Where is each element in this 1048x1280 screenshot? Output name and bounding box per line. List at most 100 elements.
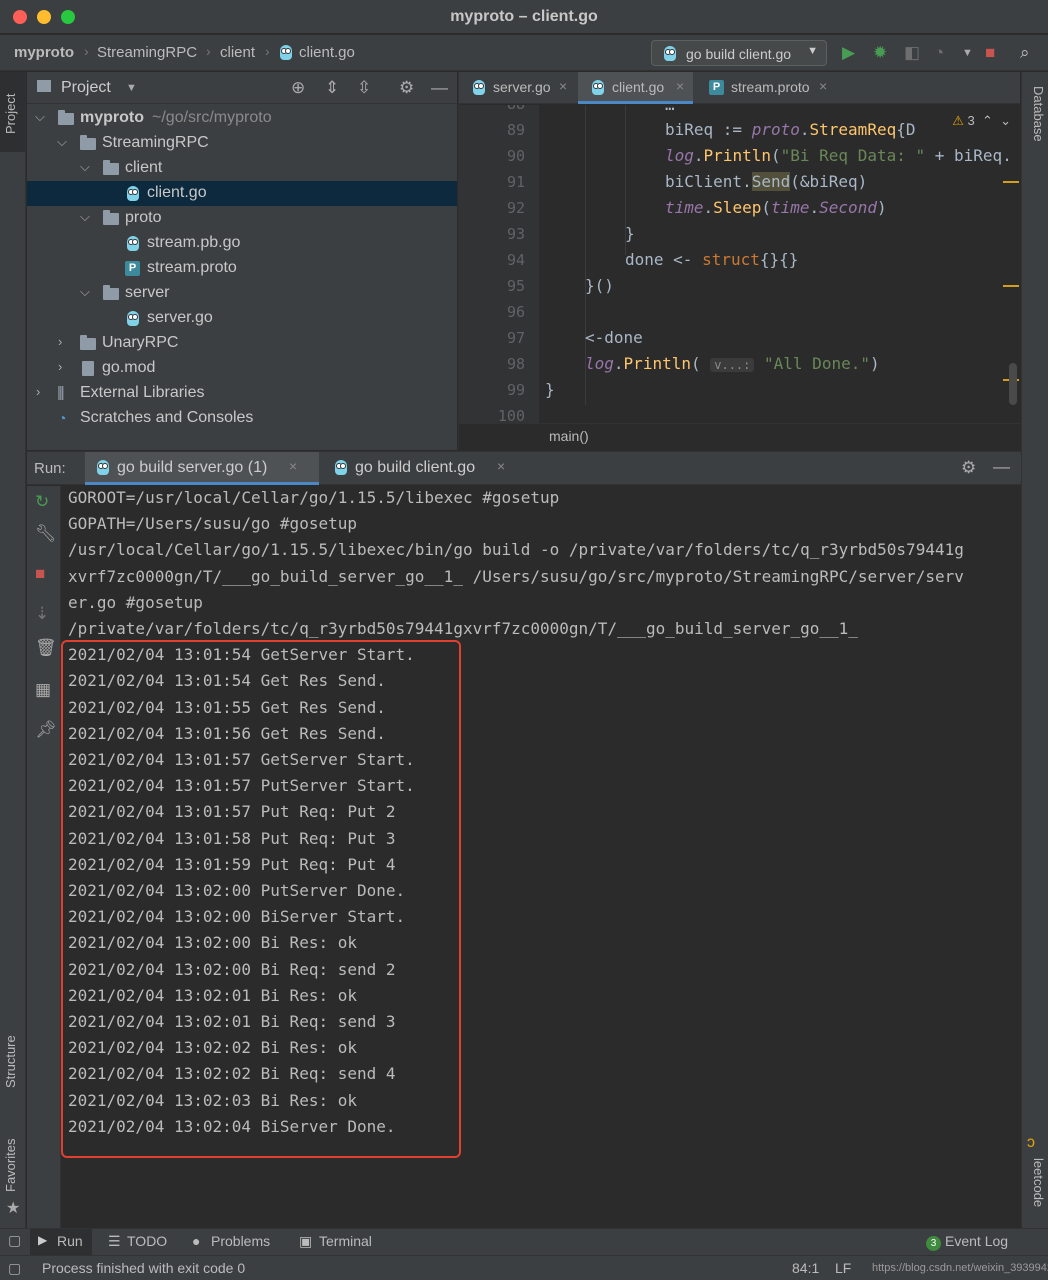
tree-row-client[interactable]: ⌵ client [27,156,457,181]
editor-scrollbar[interactable] [1009,363,1017,405]
coverage-icon[interactable]: ◧ [904,43,920,63]
run-tab-label: go build client.go [355,459,476,476]
function-breadcrumb[interactable]: main() [549,428,589,444]
proto-icon: P [709,80,724,95]
database-strip-label[interactable]: Database [1031,86,1046,142]
close-icon[interactable]: × [497,458,505,474]
tree-row-streamingrpc[interactable]: ⌵ StreamingRPC [27,131,457,156]
hide-icon[interactable]: — [993,457,1010,477]
collapse-all-icon[interactable]: ⇳ [357,78,371,98]
watermark-text: https://blog.csdn.net/weixin_39399427 [872,1262,1048,1274]
chevron-down-icon[interactable]: ⌵ [80,159,90,175]
close-icon[interactable]: × [559,78,567,94]
breadcrumb-folder[interactable]: StreamingRPC [97,44,197,61]
stop-icon[interactable]: ■ [35,564,45,584]
run-tab-server[interactable]: go build server.go (1) × [85,452,319,485]
gear-icon[interactable]: ⚙ [961,458,976,478]
rerun-icon[interactable]: ↻ [35,492,49,512]
chevron-right-icon[interactable]: › [36,384,40,399]
leetcode-icon: ↄ [1027,1134,1035,1151]
tree-row-external-libraries[interactable]: › ||| External Libraries [27,381,457,406]
profile-icon[interactable]: ◔ [934,43,944,63]
tool-windows-icon[interactable]: ▢ [8,1232,21,1249]
line-separator[interactable]: LF [835,1260,851,1276]
tree-row-stream-pb-go[interactable]: stream.pb.go [27,231,457,256]
window-title: myproto – client.go [450,8,598,25]
folder-icon [80,335,96,350]
status-message: Process finished with exit code 0 [42,1260,246,1276]
project-panel-title[interactable]: Project [61,79,111,97]
folder-icon [103,285,119,300]
gear-icon[interactable]: ⚙ [399,78,414,98]
bottom-tab-problems[interactable]: Problems [211,1233,270,1249]
tree-row-unaryrpc[interactable]: › UnaryRPC [27,331,457,356]
chevron-down-icon[interactable]: ⌵ [35,109,45,125]
structure-strip-label[interactable]: Structure [3,1035,18,1088]
run-tab-client[interactable]: go build client.go × [323,452,523,485]
chevron-right-icon: › [84,43,89,59]
bottom-tab-run[interactable]: ▶ Run [30,1229,92,1255]
tab-client-go[interactable]: client.go × [578,72,693,104]
tree-row-go-mod[interactable]: › go.mod [27,356,457,381]
tree-label: client [125,159,163,176]
search-icon[interactable]: ⌕ [1020,43,1030,63]
locate-icon[interactable]: ⊕ [291,78,305,98]
close-icon[interactable]: × [289,458,297,474]
tree-row-server[interactable]: ⌵ server [27,281,457,306]
chevron-down-icon[interactable]: ▼ [126,82,137,94]
panel-toggle-icon[interactable]: ▢ [8,1260,21,1277]
tree-row-scratches[interactable]: ◔ Scratches and Consoles [27,406,457,431]
tree-row-client-go[interactable]: client.go [27,181,457,206]
hide-icon[interactable]: — [431,78,448,98]
tree-row-stream-proto[interactable]: P stream.proto [27,256,457,281]
go-gopher-icon [127,186,139,201]
tree-row-myproto[interactable]: ⌵ myproto ~/go/src/myproto [27,106,457,131]
chevron-down-icon[interactable]: ⌵ [80,284,90,300]
line-number: 97 [506,329,525,347]
line-number: 93 [506,225,525,243]
chevron-right-icon: › [265,43,270,59]
chevron-down-icon[interactable]: ⌵ [80,209,90,225]
tab-stream-proto[interactable]: P stream.proto × [695,72,835,104]
favorites-strip-label[interactable]: Favorites [3,1139,18,1192]
tree-row-proto[interactable]: ⌵ proto [27,206,457,231]
code-area[interactable]: 88 89 90 91 92 93 94 95 96 97 98 99 100 … [459,105,1021,423]
breadcrumb-subfolder[interactable]: client [220,44,255,61]
chevron-down-icon[interactable]: ▼ [962,47,973,59]
breadcrumb-file[interactable]: client.go [299,44,355,61]
go-gopher-icon [592,80,604,95]
bottom-tab-todo[interactable]: TODO [127,1233,167,1249]
close-icon[interactable]: × [819,78,827,94]
scroll-to-end-icon[interactable]: ⇣ [35,604,49,624]
expand-all-icon[interactable]: ⇕ [325,78,339,98]
editor-breadcrumb: main() [459,423,1021,450]
breadcrumb-project[interactable]: myproto [14,44,74,61]
bottom-tab-event-log[interactable]: 3 Event Log [926,1233,1008,1251]
caret-position[interactable]: 84:1 [792,1260,819,1276]
folder-icon [37,80,51,92]
inspection-widget[interactable]: ⚠ 3 ⌃ ⌄ [952,113,1011,129]
chevron-right-icon[interactable]: › [58,334,62,349]
go-gopher-icon [335,460,347,475]
tab-server-go[interactable]: server.go × [459,72,577,104]
trash-icon[interactable]: 🗑︎ [35,638,57,658]
leetcode-strip-label[interactable]: leetcode [1031,1158,1046,1207]
tree-label: go.mod [102,359,156,376]
layout-icon[interactable]: ▦ [35,680,51,700]
tab-label: server.go [493,79,551,95]
line-number: 89 [506,121,525,139]
run-panel-label: Run: [34,460,66,477]
bottom-tab-terminal[interactable]: Terminal [319,1233,372,1249]
close-icon[interactable]: × [676,78,684,94]
run-icon[interactable]: ▶ [842,43,855,63]
tree-row-server-go[interactable]: server.go [27,306,457,331]
chevron-right-icon[interactable]: › [58,359,62,374]
pin-icon[interactable]: 📌︎ [35,720,57,740]
project-strip-label[interactable]: Project [3,94,18,134]
wrench-icon[interactable]: 🔧︎ [35,524,57,544]
highlight-annotation-box [61,640,461,1158]
chevron-down-icon[interactable]: ⌵ [57,134,67,150]
run-configuration-select[interactable]: go build client.go ▼ [651,40,827,66]
stop-icon[interactable]: ■ [985,43,995,63]
debug-bug-icon[interactable]: ✹ [873,43,887,63]
